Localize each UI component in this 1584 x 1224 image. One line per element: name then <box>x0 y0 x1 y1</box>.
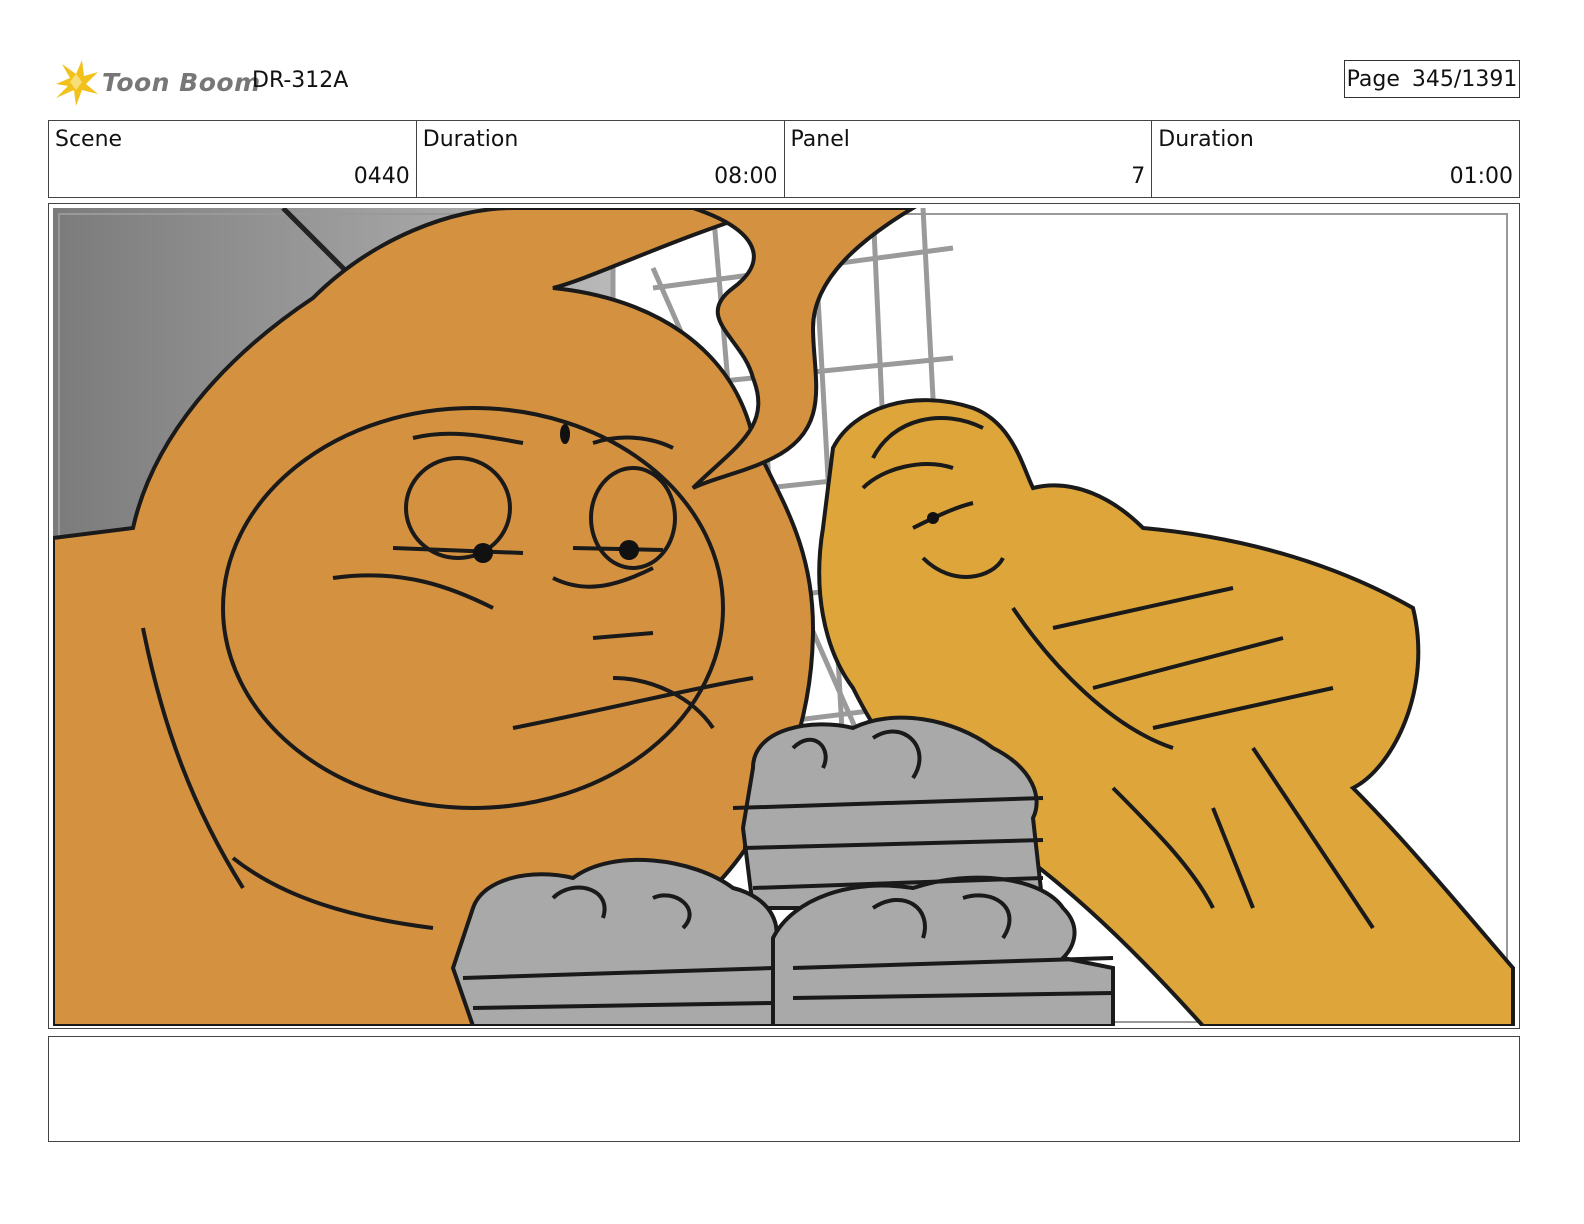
yellow-character-eye <box>927 512 939 524</box>
page-header: Toon Boom DR-312A Page 345/1391 <box>48 50 1520 110</box>
panel-value: 7 <box>1131 164 1146 189</box>
right-pupil <box>619 540 639 560</box>
logo-wordmark: Toon Boom <box>102 68 261 97</box>
toon-boom-logo: Toon Boom <box>48 54 260 110</box>
panel-cell: Panel 7 <box>785 121 1153 197</box>
forehead-dot <box>560 424 570 444</box>
storyboard-panel <box>48 203 1520 1029</box>
page-indicator: Page 345/1391 <box>1344 60 1520 98</box>
scene-label: Scene <box>55 127 123 152</box>
starburst-icon <box>56 60 98 106</box>
page-label: Page <box>1346 66 1400 92</box>
panel-duration-cell: Duration 01:00 <box>1152 121 1519 197</box>
left-pupil <box>473 543 493 563</box>
scene-cell: Scene 0440 <box>49 121 417 197</box>
notes-box <box>48 1036 1520 1142</box>
panel-duration-value: 01:00 <box>1449 164 1513 189</box>
scene-value: 0440 <box>353 164 410 189</box>
episode-code: DR-312A <box>252 68 349 93</box>
storyboard-drawing <box>53 208 1515 1026</box>
page-number: 345/1391 <box>1411 66 1518 92</box>
scene-duration-value: 08:00 <box>714 164 778 189</box>
scene-duration-label: Duration <box>422 127 519 152</box>
scene-info-table: Scene 0440 Duration 08:00 Panel 7 Durati… <box>48 120 1520 198</box>
panel-duration-label: Duration <box>1158 127 1254 152</box>
panel-label: Panel <box>790 127 850 152</box>
scene-duration-cell: Duration 08:00 <box>417 121 785 197</box>
